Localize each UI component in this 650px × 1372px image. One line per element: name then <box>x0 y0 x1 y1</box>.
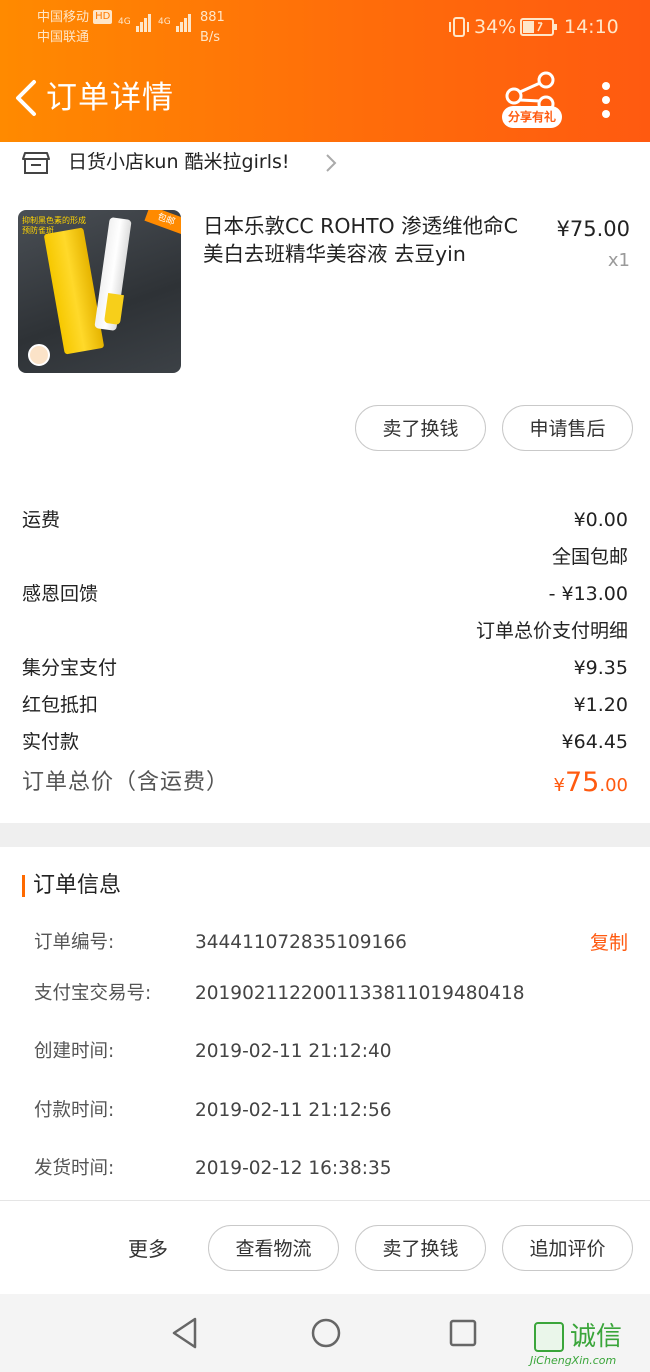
total-value: ¥75.00 <box>553 767 628 798</box>
shop-row[interactable]: 日货小店kun 酷米拉girls! <box>0 142 650 190</box>
product-image[interactable]: 抑制黑色素的形成 预防雀斑 包邮 <box>18 210 181 373</box>
net-speed-value: 881 <box>200 10 225 25</box>
sell-for-cash-bottom-button[interactable]: 卖了换钱 <box>355 1225 486 1271</box>
order-info-title: 订单信息 <box>33 873 122 898</box>
hongbao-label: 红包抵扣 <box>22 694 99 716</box>
title-bar: 订单详情 分享有礼 <box>0 62 650 134</box>
battery-icon <box>520 18 557 36</box>
more-vertical-icon[interactable] <box>596 80 616 120</box>
signal-icon-1: 4G <box>118 12 152 32</box>
share-gift-badge[interactable]: 分享有礼 <box>502 106 562 128</box>
watermark-en-text: JiChengXin.com <box>530 1354 617 1367</box>
created-time-value: 2019-02-11 21:12:40 <box>195 1041 392 1062</box>
view-logistics-button[interactable]: 查看物流 <box>208 1225 339 1271</box>
shipped-time-value: 2019-02-12 16:38:35 <box>195 1158 392 1179</box>
paid-time-label: 付款时间: <box>34 1100 115 1121</box>
alipay-trade-label: 支付宝交易号: <box>34 983 152 1004</box>
product-title[interactable]: 日本乐敦CC ROHTO 渗透维他命C 美白去班精华美容液 去豆yin <box>203 212 543 268</box>
chevron-right-icon <box>326 154 337 172</box>
total-label: 订单总价（含运费） <box>22 770 230 795</box>
page-title: 订单详情 <box>46 80 174 116</box>
battery-percent: 34% <box>474 16 517 38</box>
nav-recents-icon[interactable] <box>448 1318 478 1348</box>
jifenbao-label: 集分宝支付 <box>22 657 118 679</box>
section-accent-bar <box>22 875 25 897</box>
discount-label: 感恩回馈 <box>22 583 99 605</box>
hongbao-value: ¥1.20 <box>573 694 628 716</box>
shipping-value: ¥0.00 <box>573 509 628 531</box>
paid-time-value: 2019-02-11 21:12:56 <box>195 1100 392 1121</box>
nav-home-icon[interactable] <box>309 1316 343 1350</box>
vibrate-icon <box>449 17 469 37</box>
paid-label: 实付款 <box>22 731 80 753</box>
paid-value: ¥64.45 <box>561 731 628 753</box>
free-shipping-corner-tag: 包邮 <box>144 210 181 235</box>
shop-name: 日货小店kun 酷米拉girls! <box>68 151 290 173</box>
shipped-time-label: 发货时间: <box>34 1158 115 1179</box>
discount-value: - ¥13.00 <box>548 583 628 605</box>
more-actions-button[interactable]: 更多 <box>128 1235 168 1263</box>
net-speed-unit: B/s <box>200 30 221 45</box>
nav-back-icon[interactable] <box>170 1316 200 1350</box>
watermark-emblem <box>534 1322 564 1352</box>
status-carrier-2: 中国联通 <box>37 30 90 45</box>
product-image-tagline: 抑制黑色素的形成 预防雀斑 <box>22 216 86 235</box>
hd-badge: HD <box>93 10 113 24</box>
product-price: ¥75.00 <box>556 217 630 241</box>
watermark-logo: 诚信 JiChengXin.com <box>530 1322 648 1372</box>
order-number-value: 344411072835109166 <box>195 932 407 953</box>
clock: 14:10 <box>564 16 619 38</box>
section-divider <box>0 823 650 847</box>
signal-icon-2: 4G <box>158 12 192 32</box>
copy-order-number-button[interactable]: 复制 <box>590 929 628 957</box>
order-number-label: 订单编号: <box>34 932 115 953</box>
sell-for-cash-button[interactable]: 卖了换钱 <box>355 405 486 451</box>
payment-detail-title: 订单总价支付明细 <box>475 620 628 642</box>
bottom-action-bar: 更多 查看物流 卖了换钱 追加评价 <box>0 1200 650 1295</box>
shipping-note: 全国包邮 <box>551 546 628 568</box>
back-arrow-icon[interactable] <box>10 78 44 118</box>
product-quantity: x1 <box>607 250 630 271</box>
watermark-cn-text: 诚信 <box>570 1322 623 1352</box>
add-review-button[interactable]: 追加评价 <box>502 1225 633 1271</box>
shipping-label: 运费 <box>22 509 61 531</box>
shop-icon <box>22 152 50 174</box>
status-carrier-1: 中国移动 HD <box>37 10 113 25</box>
avatar <box>28 344 50 366</box>
apply-aftersale-button[interactable]: 申请售后 <box>502 405 633 451</box>
product-box-illustration <box>43 227 105 355</box>
jifenbao-value: ¥9.35 <box>573 657 628 679</box>
app-header: 中国移动 HD 中国联通 4G 4G 881 B/s 34% 14:10 订单详… <box>0 0 650 142</box>
created-time-label: 创建时间: <box>34 1041 115 1062</box>
alipay-trade-value: 2019021122001133811019480418 <box>195 983 525 1004</box>
